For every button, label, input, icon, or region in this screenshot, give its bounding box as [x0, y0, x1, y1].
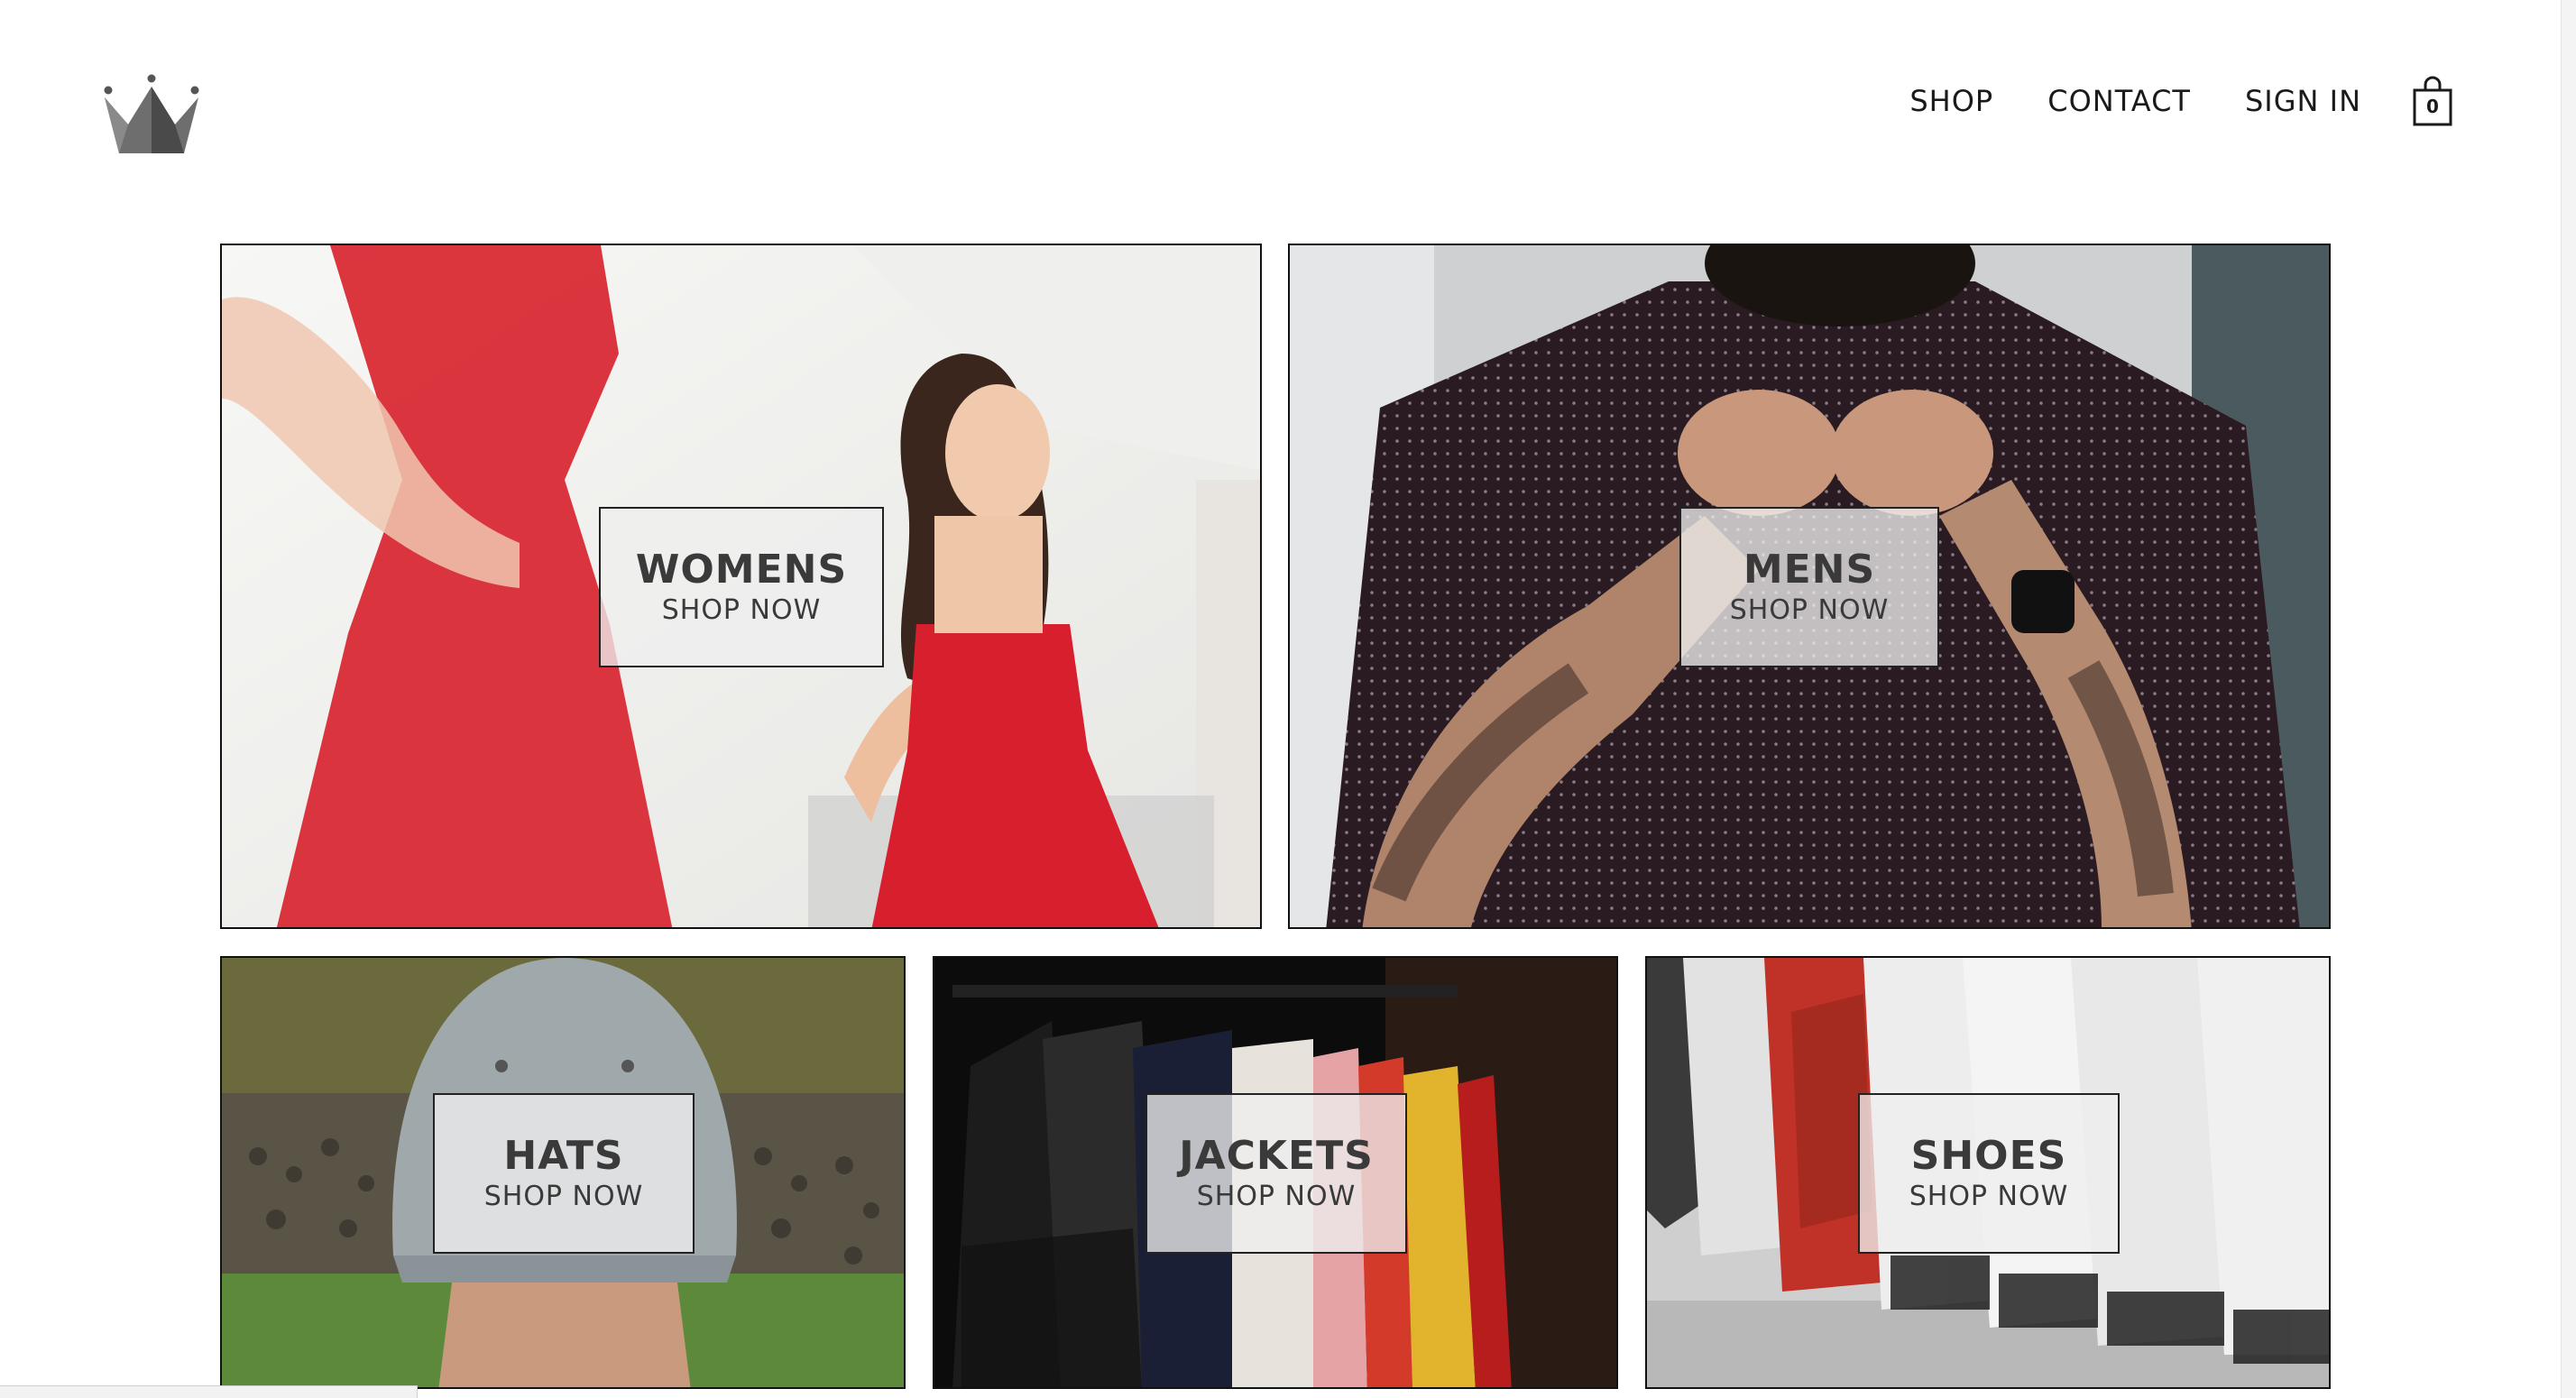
shop-now-link[interactable]: SHOP NOW: [662, 593, 822, 628]
cart-count: 0: [2426, 96, 2439, 117]
crown-icon[interactable]: [101, 74, 202, 157]
category-label: JACKETS SHOP NOW: [1145, 1093, 1407, 1254]
category-tile-hats[interactable]: HATS SHOP NOW: [220, 956, 906, 1389]
category-title: JACKETS: [1179, 1133, 1374, 1179]
category-label: WOMENS SHOP NOW: [599, 507, 884, 667]
category-label: MENS SHOP NOW: [1679, 507, 1939, 667]
scrollbar[interactable]: [2561, 0, 2576, 1398]
shop-now-link[interactable]: SHOP NOW: [1197, 1180, 1357, 1214]
category-tile-jackets[interactable]: JACKETS SHOP NOW: [933, 956, 1618, 1389]
nav-sign-in-link[interactable]: SIGN IN: [2245, 84, 2361, 118]
category-title: HATS: [503, 1133, 624, 1179]
shop-now-link[interactable]: SHOP NOW: [484, 1180, 644, 1214]
site-header: SHOP CONTACT SIGN IN 0: [0, 0, 2562, 198]
nav-contact-link[interactable]: CONTACT: [2047, 84, 2191, 118]
shop-now-link[interactable]: SHOP NOW: [1730, 593, 1890, 628]
category-tile-mens[interactable]: MENS SHOP NOW: [1288, 244, 2331, 929]
category-tile-shoes[interactable]: SHOES SHOP NOW: [1645, 956, 2331, 1389]
category-title: MENS: [1743, 547, 1876, 593]
category-label: SHOES SHOP NOW: [1858, 1093, 2120, 1254]
browser-status-bar: [0, 1385, 418, 1398]
main-nav: SHOP CONTACT SIGN IN 0: [1909, 76, 2453, 126]
category-label: HATS SHOP NOW: [433, 1093, 695, 1254]
nav-shop-link[interactable]: SHOP: [1909, 84, 1993, 118]
category-title: SHOES: [1910, 1133, 2067, 1179]
category-title: WOMENS: [635, 547, 848, 593]
cart-button[interactable]: 0: [2412, 76, 2453, 126]
page: SHOP CONTACT SIGN IN 0 WOMENS SHOP NOW M…: [0, 0, 2576, 1398]
shop-now-link[interactable]: SHOP NOW: [1909, 1180, 2069, 1214]
category-tile-womens[interactable]: WOMENS SHOP NOW: [220, 244, 1262, 929]
